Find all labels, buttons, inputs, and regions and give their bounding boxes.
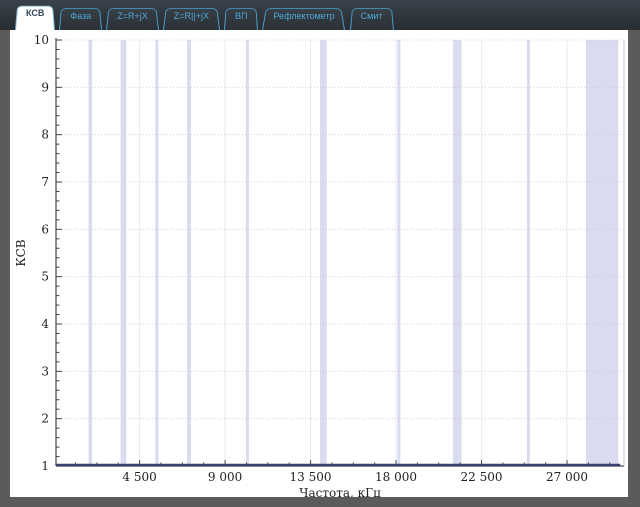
tab-label: КСВ [26,8,45,18]
band-region [187,40,191,466]
y-tick-label: 6 [41,222,49,236]
y-tick-label: 10 [34,33,49,47]
tab-3[interactable]: Z=R+jX [106,6,159,30]
y-tick-label: 7 [41,175,49,189]
tab-2[interactable]: Фаза [59,6,102,30]
x-tick-label: 18 000 [375,470,417,484]
tab-label: ВП [234,11,248,21]
band-region [155,40,159,466]
band-region [453,40,462,466]
swr-chart: 1 2 3 4 5 6 7 8 9 10 4 500 9 000 13 500 18 000 22 500 2… [14,33,625,500]
band-region [526,40,530,466]
x-axis-title: Частота, кГц [299,486,381,497]
analyzer-window: { "tabs": { "items": [ {"label": "КСВ", … [0,0,640,507]
tab-1[interactable]: КСВ [15,3,55,30]
grid-lines [56,39,624,466]
y-tick-label: 8 [41,128,49,142]
tab-label: Рефлектометр [273,11,335,21]
band-region [88,40,93,466]
x-tick-label: 13 500 [290,470,332,484]
tab-6[interactable]: Рефлектометр [262,6,345,30]
tab-label: Смит [360,11,383,21]
band-region [320,40,327,466]
x-tick-label: 4 500 [122,470,156,484]
tab-7[interactable]: Смит [350,6,394,30]
band-region [120,40,127,466]
band-region [397,40,401,466]
y-tick-label: 4 [41,317,49,331]
y-tick-label: 9 [41,80,49,94]
band-region [586,40,619,466]
y-axis-title: КСВ [14,239,28,266]
y-tick-label: 5 [41,270,49,284]
x-axis: 4 500 9 000 13 500 18 000 22 500 27 000 [56,40,625,484]
tab-label: Z=R+jX [117,11,148,21]
x-tick-label: 27 000 [546,470,588,484]
y-tick-label: 2 [41,412,49,426]
tab-label: Z=R||+jX [173,11,209,21]
y-tick-label: 3 [41,364,49,378]
x-tick-label: 22 500 [461,470,503,484]
tab-4[interactable]: Z=R||+jX [163,6,220,30]
chart-panel: 1 2 3 4 5 6 7 8 9 10 4 500 9 000 13 500 18 000 22 500 2… [10,30,628,500]
tab-5[interactable]: ВП [224,6,258,30]
tab-label: Фаза [70,11,92,21]
tab-bar: КСВ Фаза Z=R+jX Z=R||+jX ВП Рефлектометр Смит [0,0,640,30]
y-axis: 1 2 3 4 5 6 7 8 9 10 [34,33,62,473]
x-tick-label: 9 000 [208,470,242,484]
band-regions [88,40,619,466]
y-tick-label: 1 [41,459,49,473]
band-region [245,40,249,466]
